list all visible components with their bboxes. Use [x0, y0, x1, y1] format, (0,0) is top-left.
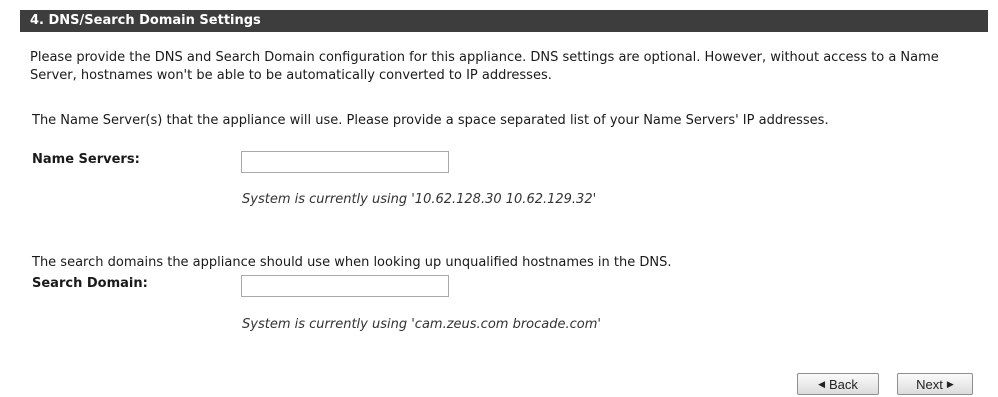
back-button-label: Back [829, 376, 858, 392]
name-servers-label: Name Servers: [32, 152, 140, 167]
name-servers-current: System is currently using '10.62.128.30 … [242, 192, 597, 207]
section-intro: Please provide the DNS and Search Domain… [30, 50, 939, 83]
search-domain-description: The search domains the appliance should … [32, 255, 672, 270]
search-domain-label: Search Domain: [32, 276, 148, 291]
search-domain-input[interactable] [241, 275, 449, 297]
next-button[interactable]: Next ▶ [897, 373, 973, 395]
triangle-right-icon: ▶ [946, 378, 954, 389]
dns-settings-page: 4. DNS/Search Domain Settings Please pro… [0, 0, 998, 397]
section-header: 4. DNS/Search Domain Settings [20, 10, 988, 32]
next-button-label: Next [916, 376, 943, 392]
search-domain-current: System is currently using 'cam.zeus.com … [242, 317, 601, 332]
name-servers-description: The Name Server(s) that the appliance wi… [32, 113, 829, 128]
name-servers-input[interactable] [241, 151, 449, 173]
back-button[interactable]: ◀ Back [797, 373, 879, 395]
triangle-left-icon: ◀ [818, 378, 825, 389]
